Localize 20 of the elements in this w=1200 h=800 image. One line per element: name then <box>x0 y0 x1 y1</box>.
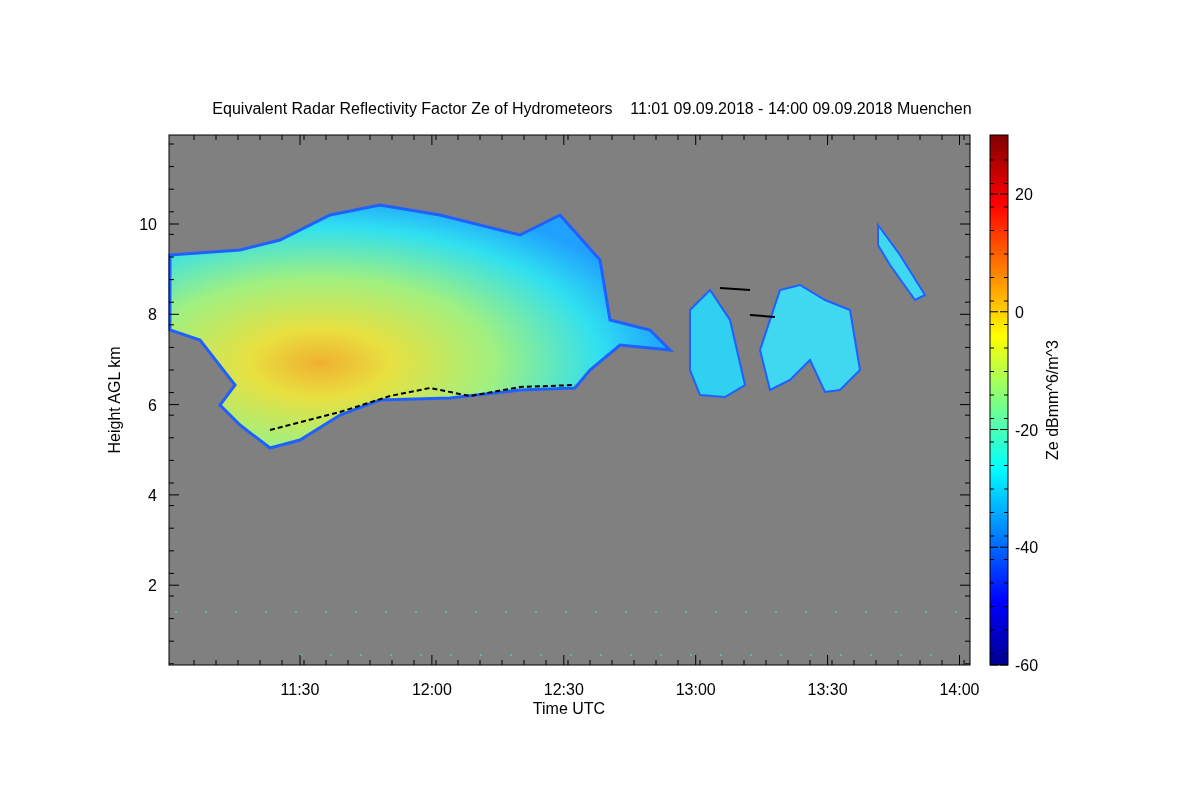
colorbar-tick-label: -20 <box>1015 421 1039 439</box>
y-axis-label: Height AGL km <box>106 346 123 454</box>
x-tick-label: 12:30 <box>543 681 584 698</box>
y-tick-label: 10 <box>139 216 157 233</box>
chart-title: Equivalent Radar Reflectivity Factor Ze of Hydrometeors 11:01 09.09.2018 - 14:00 09.09.2018 Muenchen <box>212 100 972 117</box>
x-tick-label: 14:00 <box>939 681 980 698</box>
x-tick-label: 11:30 <box>280 681 320 698</box>
y-tick-label: 4 <box>148 486 157 504</box>
y-tick-label: 2 <box>148 577 157 595</box>
colorbar-tick-label: 20 <box>1015 186 1033 203</box>
x-tick-label: 13:30 <box>807 681 848 698</box>
colorbar-tick-label: 0 <box>1015 303 1024 321</box>
y-tick-label: 6 <box>148 396 157 414</box>
x-axis-label: Time UTC <box>532 700 606 717</box>
colorbar-tick-label: -60 <box>1015 657 1039 674</box>
x-tick-label: 13:00 <box>675 681 716 698</box>
colorbar-label: Ze dBmm^6/m^3 <box>1044 340 1061 460</box>
y-tick-label: 8 <box>148 306 157 324</box>
x-tick-label: 12:00 <box>411 681 452 698</box>
colorbar-tick-label: -40 <box>1015 539 1039 557</box>
